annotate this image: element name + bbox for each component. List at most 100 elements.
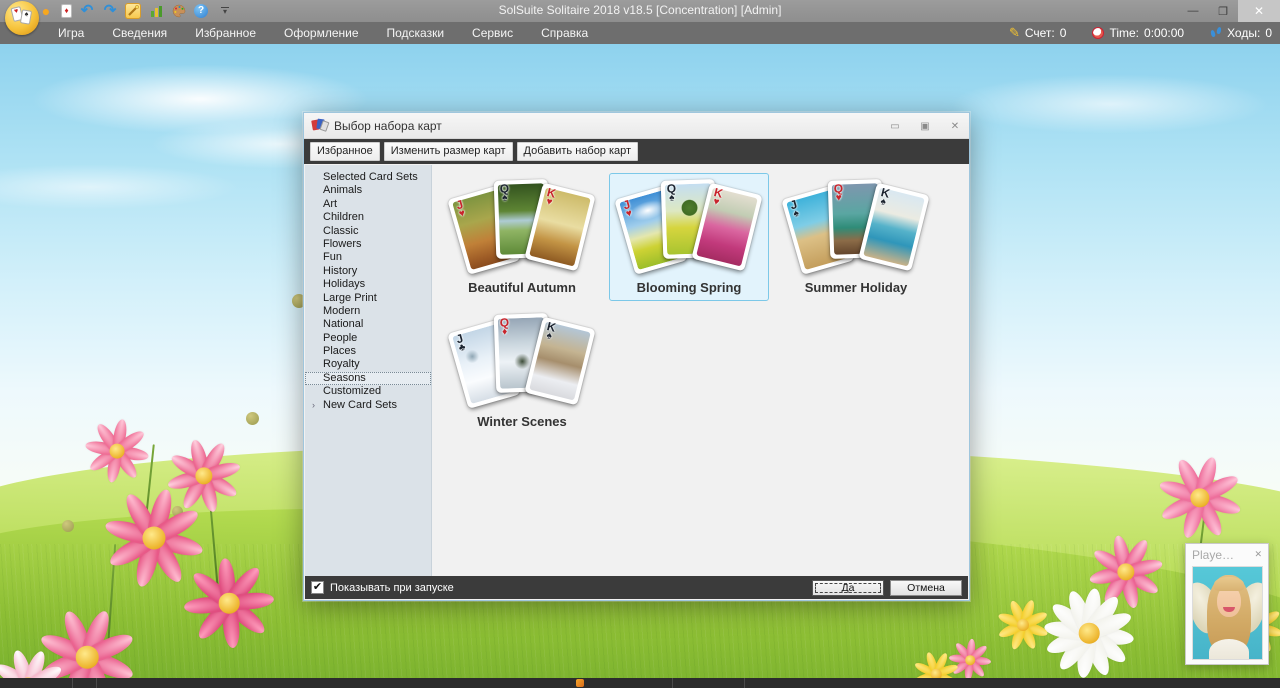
category-item[interactable]: Royalty (305, 358, 431, 371)
category-item[interactable]: Holidays (305, 278, 431, 291)
dialog-close-button[interactable]: ✕ (947, 121, 963, 132)
time-status: Time: 0:00:00 (1092, 26, 1184, 40)
minimize-button[interactable]: — (1178, 0, 1208, 22)
help-icon[interactable]: ? (194, 4, 208, 18)
taskbar[interactable] (0, 678, 1280, 688)
category-item[interactable]: Seasons (305, 372, 431, 385)
redo-icon[interactable]: ↷ (102, 3, 118, 19)
player-window-close-icon[interactable]: ✕ (1254, 549, 1262, 560)
flower-core (142, 526, 165, 549)
cancel-button[interactable]: Отмена (890, 580, 962, 596)
moves-status: Ходы: 0 (1210, 26, 1272, 40)
flower-core (110, 444, 125, 459)
category-item[interactable]: ›New Card Sets (305, 399, 431, 412)
dialog-toolbar: ИзбранноеИзменить размер картДобавить на… (304, 139, 969, 164)
card-set-tile[interactable]: J♠Q♥K♠ Summer Holiday (776, 173, 936, 301)
flower-core (76, 646, 99, 669)
menu-item[interactable]: Сведения (98, 23, 181, 43)
pink-cosmos-flower (1160, 458, 1240, 538)
card-set-dialog: Выбор набора карт ▭ ▣ ✕ ИзбранноеИзменит… (303, 112, 970, 601)
clock-icon (1092, 27, 1104, 39)
card-set-grid: J♥Q♠K♥Beautiful AutumnJ♥Q♠K♥ Blooming Spr… (432, 165, 968, 576)
flower-bud (62, 520, 74, 532)
moves-label: Ходы: (1227, 26, 1260, 40)
card-set-name: Blooming Spring (610, 280, 768, 295)
score-label: Счет: (1025, 26, 1055, 40)
dialog-toolbar-button[interactable]: Добавить набор карт (517, 142, 639, 161)
menu-item[interactable]: Оформление (270, 23, 372, 43)
menu-item[interactable]: Сервис (458, 23, 527, 43)
cloud (0, 164, 240, 210)
category-item[interactable]: Children (305, 211, 431, 224)
category-item[interactable]: Places (305, 345, 431, 358)
dialog-footer: ✔ Показывать при запуске Да Отмена (305, 576, 968, 599)
show-at-startup-checkbox[interactable]: ✔ (311, 581, 324, 594)
category-item[interactable]: Large Print (305, 292, 431, 305)
menu-item[interactable]: Подсказки (373, 23, 459, 43)
card-photo (863, 187, 925, 266)
logo-card: ♠ (20, 9, 32, 25)
dialog-toolbar-button[interactable]: Изменить размер карт (384, 142, 513, 161)
dialog-toolbar-button[interactable]: Избранное (310, 142, 380, 161)
card-set-tile[interactable]: J♥Q♠K♥Beautiful Autumn (442, 173, 602, 301)
dialog-controls: ▭ ▣ ✕ (887, 113, 963, 139)
dialog-restore-button[interactable]: ▣ (917, 121, 933, 132)
category-item[interactable]: Flowers (305, 238, 431, 251)
statistics-icon[interactable] (148, 3, 164, 19)
deck-icon[interactable]: ♦ (61, 4, 72, 18)
menu-items: ИграСведенияИзбранноеОформлениеПодсказки… (44, 23, 602, 43)
quick-toolbar: ● ♦ ↶ ↷ ? ▾ (38, 0, 229, 22)
light-pink-flower (0, 650, 64, 678)
menu-item[interactable]: Игра (44, 23, 98, 43)
footer-buttons: Да Отмена (812, 580, 962, 596)
show-at-startup-label: Показывать при запуске (330, 582, 454, 594)
category-item[interactable]: National (305, 318, 431, 331)
flower-core (931, 669, 942, 678)
category-item[interactable]: Selected Card Sets (305, 171, 431, 184)
category-item[interactable]: Art (305, 198, 431, 211)
expand-arrow-icon[interactable]: › (312, 399, 315, 412)
taskbar-separator (72, 678, 73, 688)
category-item[interactable]: History (305, 265, 431, 278)
dialog-body: Selected Card SetsAnimalsArtChildrenClas… (305, 165, 968, 576)
card-photo (696, 187, 758, 266)
magic-wand-icon[interactable] (125, 3, 141, 19)
card-set-tile[interactable]: J♣Q♦K♠ Winter Scenes (442, 307, 602, 435)
category-item[interactable]: Animals (305, 184, 431, 197)
restore-button[interactable]: ❐ (1208, 0, 1238, 22)
category-item[interactable]: Customized (305, 385, 431, 398)
palette-icon[interactable] (171, 3, 187, 19)
menu-item[interactable]: Избранное (181, 23, 270, 43)
card-fan: J♣Q♦K♠ (443, 308, 603, 412)
category-item[interactable]: Classic (305, 225, 431, 238)
taskbar-app-icon[interactable] (576, 679, 584, 687)
avatar-torso (1209, 639, 1249, 660)
card-set-tile[interactable]: J♥Q♠K♥ Blooming Spring (609, 173, 769, 301)
time-label: Time: (1109, 26, 1139, 40)
app-logo-icon[interactable]: ♥ ♠ (5, 1, 39, 35)
ok-button[interactable]: Да (812, 580, 884, 596)
card-fan: J♥Q♠K♥ (610, 174, 770, 278)
card-photo (529, 321, 591, 400)
card-corner-index: Q♦ (498, 318, 512, 336)
category-item[interactable]: Fun (305, 251, 431, 264)
undo-icon[interactable]: ↶ (79, 3, 95, 19)
category-item[interactable]: Modern (305, 305, 431, 318)
flower-core (1079, 623, 1100, 644)
menu-item[interactable]: Справка (527, 23, 602, 43)
yellow-flower (998, 600, 1048, 650)
card-set-name: Beautiful Autumn (443, 280, 601, 295)
dialog-cards-icon (312, 119, 328, 133)
new-game-icon[interactable]: ● (38, 3, 54, 19)
card-set-name: Summer Holiday (777, 280, 935, 295)
card-set-name: Winter Scenes (443, 414, 601, 429)
dialog-minimize-button[interactable]: ▭ (887, 121, 903, 132)
toolbar-overflow-icon[interactable]: ▾ (221, 7, 229, 16)
card-fan: J♠Q♥K♠ (777, 174, 937, 278)
yellow-flower (914, 652, 958, 678)
time-value: 0:00:00 (1144, 26, 1184, 40)
moves-value: 0 (1265, 26, 1272, 40)
category-item[interactable]: People (305, 332, 431, 345)
close-button[interactable]: ✕ (1238, 0, 1280, 22)
card-photo (529, 187, 591, 266)
